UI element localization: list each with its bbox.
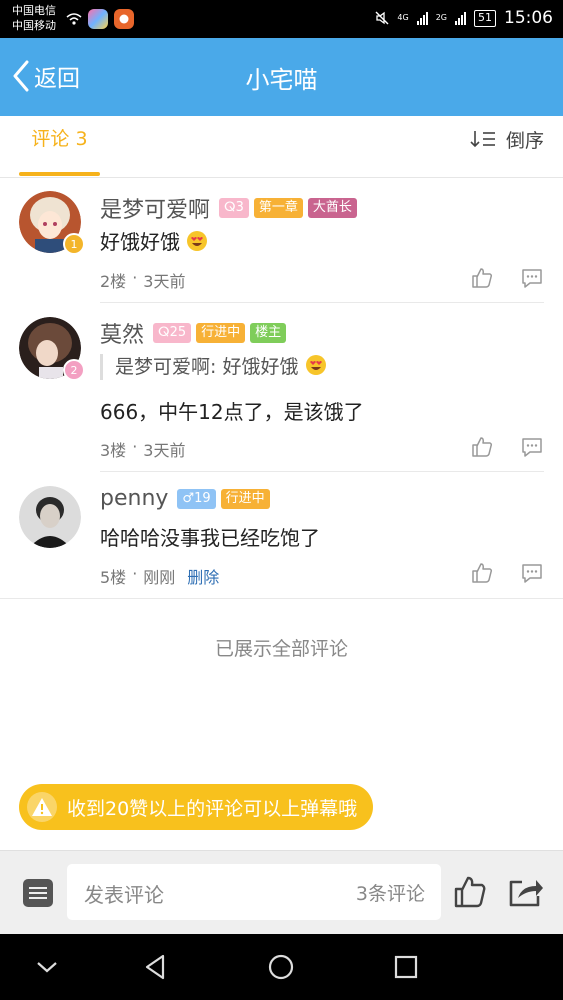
tab-active-indicator xyxy=(19,172,100,176)
comment-meta: 2楼 · 3天前 xyxy=(100,268,185,292)
comment-item: 2 莫然 ⵕ25 行进中 楼主 是梦可爱啊: 好饿好饿 666，中午12点了，是… xyxy=(0,303,563,472)
avatar[interactable] xyxy=(19,486,81,548)
sort-icon xyxy=(470,131,495,148)
floor-number: 5楼 xyxy=(100,568,127,587)
level-tag: ⵕ3 xyxy=(219,198,249,218)
thumb-up-icon[interactable] xyxy=(453,875,487,909)
system-nav-bar xyxy=(0,934,563,1000)
level-tag: ⵕ25 xyxy=(153,323,192,343)
app-header: 返回 小宅喵 xyxy=(0,38,563,116)
nav-back-icon[interactable] xyxy=(141,952,171,982)
app-notification-icon xyxy=(88,9,108,29)
signal-icon xyxy=(416,11,428,25)
name-row: penny ♂19 行进中 xyxy=(100,486,270,511)
comment-input-placeholder: 发表评论 xyxy=(84,883,164,907)
reply-icon[interactable] xyxy=(521,267,543,289)
username[interactable]: penny xyxy=(100,486,168,511)
quoted-reply: 是梦可爱啊: 好饿好饿 xyxy=(100,354,327,380)
gender-symbol: ♂ xyxy=(182,490,195,506)
comment-text: 哈哈哈没事我已经吃饱了 xyxy=(100,526,320,550)
rank-badge: 2 xyxy=(63,359,85,381)
comment-input-bar: 发表评论 3条评论 xyxy=(0,850,563,934)
name-row: 莫然 ⵕ25 行进中 楼主 xyxy=(100,317,287,349)
comment-item: penny ♂19 行进中 哈哈哈没事我已经吃饱了 5楼 · 刚刚 删除 xyxy=(0,472,563,599)
sort-order-button[interactable]: 倒序 xyxy=(470,116,544,162)
wifi-icon xyxy=(66,13,82,25)
meta-dot: · xyxy=(132,437,138,456)
avatar-image xyxy=(19,486,81,548)
comment-time: 3天前 xyxy=(143,272,186,291)
nav-collapse-icon[interactable] xyxy=(32,952,62,982)
tab-comments-label: 评论 3 xyxy=(31,128,88,150)
status-bar: 中国电信 中国移动 4G 2G 51 15:06 xyxy=(0,0,563,38)
level-value: 3 xyxy=(235,200,244,215)
comment-text: 666，中午12点了，是该饿了 xyxy=(100,400,364,424)
battery-level: 51 xyxy=(474,9,496,27)
comment-time: 刚刚 xyxy=(143,568,176,587)
meta-dot: · xyxy=(132,564,138,583)
comment-meta: 3楼 · 3天前 xyxy=(100,437,185,461)
all-comments-shown-note: 已展示全部评论 xyxy=(214,638,348,660)
app-notification-icon-2 xyxy=(114,9,134,29)
chapter-tag: 第一章 xyxy=(253,198,303,218)
danmaku-tip[interactable]: 收到20赞以上的评论可以上弹幕哦 xyxy=(19,784,374,830)
comment-body: 好饿好饿 xyxy=(100,230,180,254)
level-value: 25 xyxy=(169,325,187,340)
share-icon[interactable] xyxy=(508,876,544,908)
heart-eyes-emoji-icon xyxy=(187,231,208,251)
floor-number: 2楼 xyxy=(100,272,127,291)
like-icon[interactable] xyxy=(471,436,493,458)
username[interactable]: 莫然 xyxy=(100,317,144,349)
status-time: 15:06 xyxy=(504,8,553,28)
meta-dot: · xyxy=(132,268,138,287)
signal-icon-2 xyxy=(455,11,466,25)
tab-comments[interactable]: 评论 3 xyxy=(19,116,100,178)
carrier-labels: 中国电信 中国移动 xyxy=(12,3,56,33)
quoted-text: 是梦可爱啊: 好饿好饿 xyxy=(115,356,299,378)
level-value: 19 xyxy=(194,490,211,506)
rank-badge: 1 xyxy=(63,233,85,255)
floor-number: 3楼 xyxy=(100,441,127,460)
author-tag: 楼主 xyxy=(250,323,287,343)
warning-icon xyxy=(27,792,57,822)
comment-item: 1 是梦可爱啊 ⵕ3 第一章 大酋长 好饿好饿 2楼 · 3天前 xyxy=(0,178,563,303)
heart-eyes-emoji-icon xyxy=(305,355,326,375)
nav-home-icon[interactable] xyxy=(266,952,296,982)
carrier-1: 中国电信 xyxy=(12,4,56,17)
status-tag: 行进中 xyxy=(196,323,246,343)
status-right: 4G 2G 51 15:06 xyxy=(375,8,553,28)
title-tag: 大酋长 xyxy=(307,198,357,218)
username[interactable]: 是梦可爱啊 xyxy=(100,192,210,224)
status-tag: 行进中 xyxy=(220,488,270,509)
comment-tabbar: 评论 3 倒序 xyxy=(0,116,563,178)
nav-recents-icon[interactable] xyxy=(391,952,421,982)
like-icon[interactable] xyxy=(471,562,493,584)
reply-icon[interactable] xyxy=(521,562,543,584)
comment-text: 好饿好饿 xyxy=(100,226,208,255)
avatar[interactable]: 2 xyxy=(19,317,85,381)
network-2g-label: 2G xyxy=(435,13,447,22)
avatar[interactable]: 1 xyxy=(19,191,85,255)
menu-icon[interactable] xyxy=(22,878,54,908)
network-4g-label: 4G xyxy=(397,13,409,22)
like-icon[interactable] xyxy=(471,267,493,289)
comment-count: 3条评论 xyxy=(355,883,425,905)
comment-time: 3天前 xyxy=(143,441,186,460)
mute-icon xyxy=(375,11,389,25)
comment-input[interactable]: 发表评论 3条评论 xyxy=(67,864,441,920)
sort-label: 倒序 xyxy=(505,129,544,152)
status-app-icons xyxy=(66,9,134,29)
reply-icon[interactable] xyxy=(521,436,543,458)
delete-button[interactable]: 删除 xyxy=(187,564,219,588)
carrier-2: 中国移动 xyxy=(12,19,56,32)
name-row: 是梦可爱啊 ⵕ3 第一章 大酋长 xyxy=(100,192,357,224)
list-end-divider xyxy=(0,598,563,599)
tip-text: 收到20赞以上的评论可以上弹幕哦 xyxy=(67,797,358,820)
comment-meta: 5楼 · 刚刚 删除 xyxy=(100,564,219,588)
page-title: 小宅喵 xyxy=(245,66,318,94)
level-tag: ♂19 xyxy=(177,488,216,509)
